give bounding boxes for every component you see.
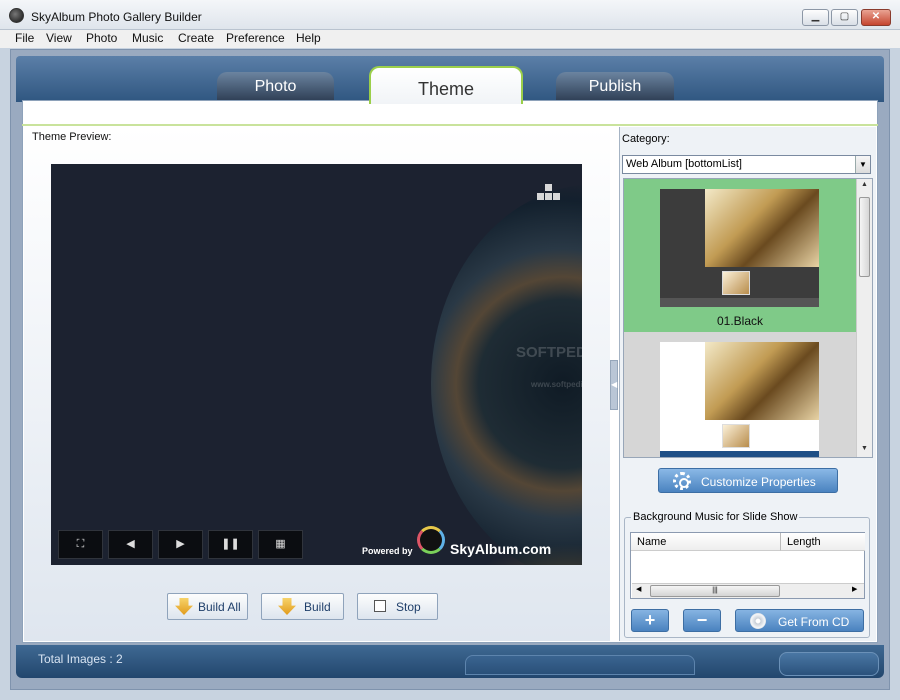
thumbnail-photo (705, 189, 819, 267)
tab-publish[interactable]: Publish (556, 72, 674, 102)
stop-icon (374, 600, 386, 612)
earth-image (431, 184, 582, 565)
skyalbum-brand: SkyAlbum.com (450, 541, 552, 557)
stop-label: Stop (396, 600, 421, 614)
menu-bar: File View Photo Music Create Preference … (0, 30, 900, 48)
thumbnail-photo-small (722, 271, 750, 295)
category-value: Web Album [bottomList] (626, 158, 742, 170)
status-slot (465, 655, 695, 675)
theme-item-selected[interactable]: 01.Black (624, 179, 856, 332)
menu-view[interactable]: View (46, 31, 72, 45)
preview-nav-grid[interactable] (537, 184, 561, 202)
status-bar (16, 645, 884, 678)
total-images-status: Total Images : 2 (38, 652, 123, 666)
menu-file[interactable]: File (15, 31, 34, 45)
nav-right-icon[interactable] (553, 193, 560, 200)
customize-label: Customize Properties (701, 475, 816, 489)
theme-list: 01.Black (623, 178, 873, 458)
scroll-right-icon[interactable]: ▶ (852, 585, 857, 593)
build-icon (175, 598, 193, 615)
title-bar: SkyAlbum Photo Gallery Builder ▁ ▢ ✕ (0, 0, 900, 30)
scroll-down-icon[interactable]: ▼ (857, 445, 872, 452)
theme-item[interactable] (624, 332, 856, 457)
panel-splitter[interactable]: ◀ (610, 360, 618, 410)
tab-theme[interactable]: Theme (369, 66, 523, 104)
column-name-header[interactable]: Name (631, 533, 781, 551)
menu-preference[interactable]: Preference (226, 31, 285, 45)
chevron-down-icon[interactable]: ▼ (855, 156, 870, 173)
get-from-cd-label: Get From CD (778, 615, 850, 629)
cd-icon (750, 613, 766, 629)
scroll-left-icon[interactable]: ◀ (636, 585, 641, 593)
customize-properties-button[interactable]: Customize Properties (658, 468, 838, 493)
thumbnail-controls (660, 298, 819, 307)
thumbnail-photo-small (722, 424, 750, 448)
nav-grid-icon[interactable] (545, 193, 552, 200)
skyalbum-logo-icon (417, 526, 445, 554)
menu-create[interactable]: Create (178, 31, 214, 45)
get-from-cd-button[interactable]: Get From CD (735, 609, 864, 632)
theme-name: 01.Black (716, 314, 764, 328)
close-button[interactable]: ✕ (861, 9, 891, 26)
theme-thumbnail (660, 342, 819, 457)
build-label: Build (304, 600, 331, 614)
build-all-label: Build All (198, 600, 241, 614)
category-label: Category: (622, 133, 670, 145)
preview-label: Theme Preview: (32, 131, 112, 143)
app-icon (9, 8, 24, 23)
status-slot-right (779, 652, 879, 676)
thumbnails-button[interactable]: ▦ (258, 530, 303, 559)
build-all-button[interactable]: Build All (167, 593, 248, 620)
watermark-url: www.softpedia.com (531, 380, 582, 389)
scrollbar-thumb[interactable]: ||| (650, 585, 780, 597)
menu-help[interactable]: Help (296, 31, 321, 45)
music-list-scrollbar[interactable]: ◀ ||| ▶ (632, 583, 864, 598)
menu-music[interactable]: Music (132, 31, 163, 45)
thumbnail-controls (660, 451, 819, 457)
window-title: SkyAlbum Photo Gallery Builder (31, 10, 202, 24)
theme-preview: SOFTPEDIA www.softpedia.com ⛶ ◀ ▶ ❚❚ ▦ P… (51, 164, 582, 565)
gear-icon (673, 472, 691, 490)
theme-list-scrollbar[interactable]: ▲ ▼ (856, 179, 872, 457)
watermark-text: SOFTPEDIA (516, 344, 582, 361)
content-divider (22, 124, 878, 126)
theme-thumbnail (660, 189, 819, 307)
next-button[interactable]: ▶ (158, 530, 203, 559)
scrollbar-thumb[interactable] (859, 197, 870, 277)
menu-photo[interactable]: Photo (86, 31, 117, 45)
nav-left-icon[interactable] (537, 193, 544, 200)
minimize-button[interactable]: ▁ (802, 9, 829, 26)
pause-button[interactable]: ❚❚ (208, 530, 253, 559)
maximize-button[interactable]: ▢ (831, 9, 858, 26)
add-music-button[interactable]: + (631, 609, 669, 632)
remove-music-button[interactable]: − (683, 609, 721, 632)
fullscreen-button[interactable]: ⛶ (58, 530, 103, 559)
thumbnail-photo (705, 342, 819, 420)
category-select[interactable]: Web Album [bottomList] ▼ (622, 155, 871, 174)
prev-button[interactable]: ◀ (108, 530, 153, 559)
scroll-up-icon[interactable]: ▲ (857, 181, 872, 188)
powered-by-text: Powered by (362, 546, 413, 556)
stop-button[interactable]: Stop (357, 593, 438, 620)
music-group-label: Background Music for Slide Show (631, 511, 800, 523)
build-icon (278, 598, 296, 615)
tab-photo[interactable]: Photo (217, 72, 334, 102)
build-button[interactable]: Build (261, 593, 344, 620)
nav-up-icon[interactable] (545, 184, 552, 191)
column-length-header[interactable]: Length (781, 533, 865, 551)
